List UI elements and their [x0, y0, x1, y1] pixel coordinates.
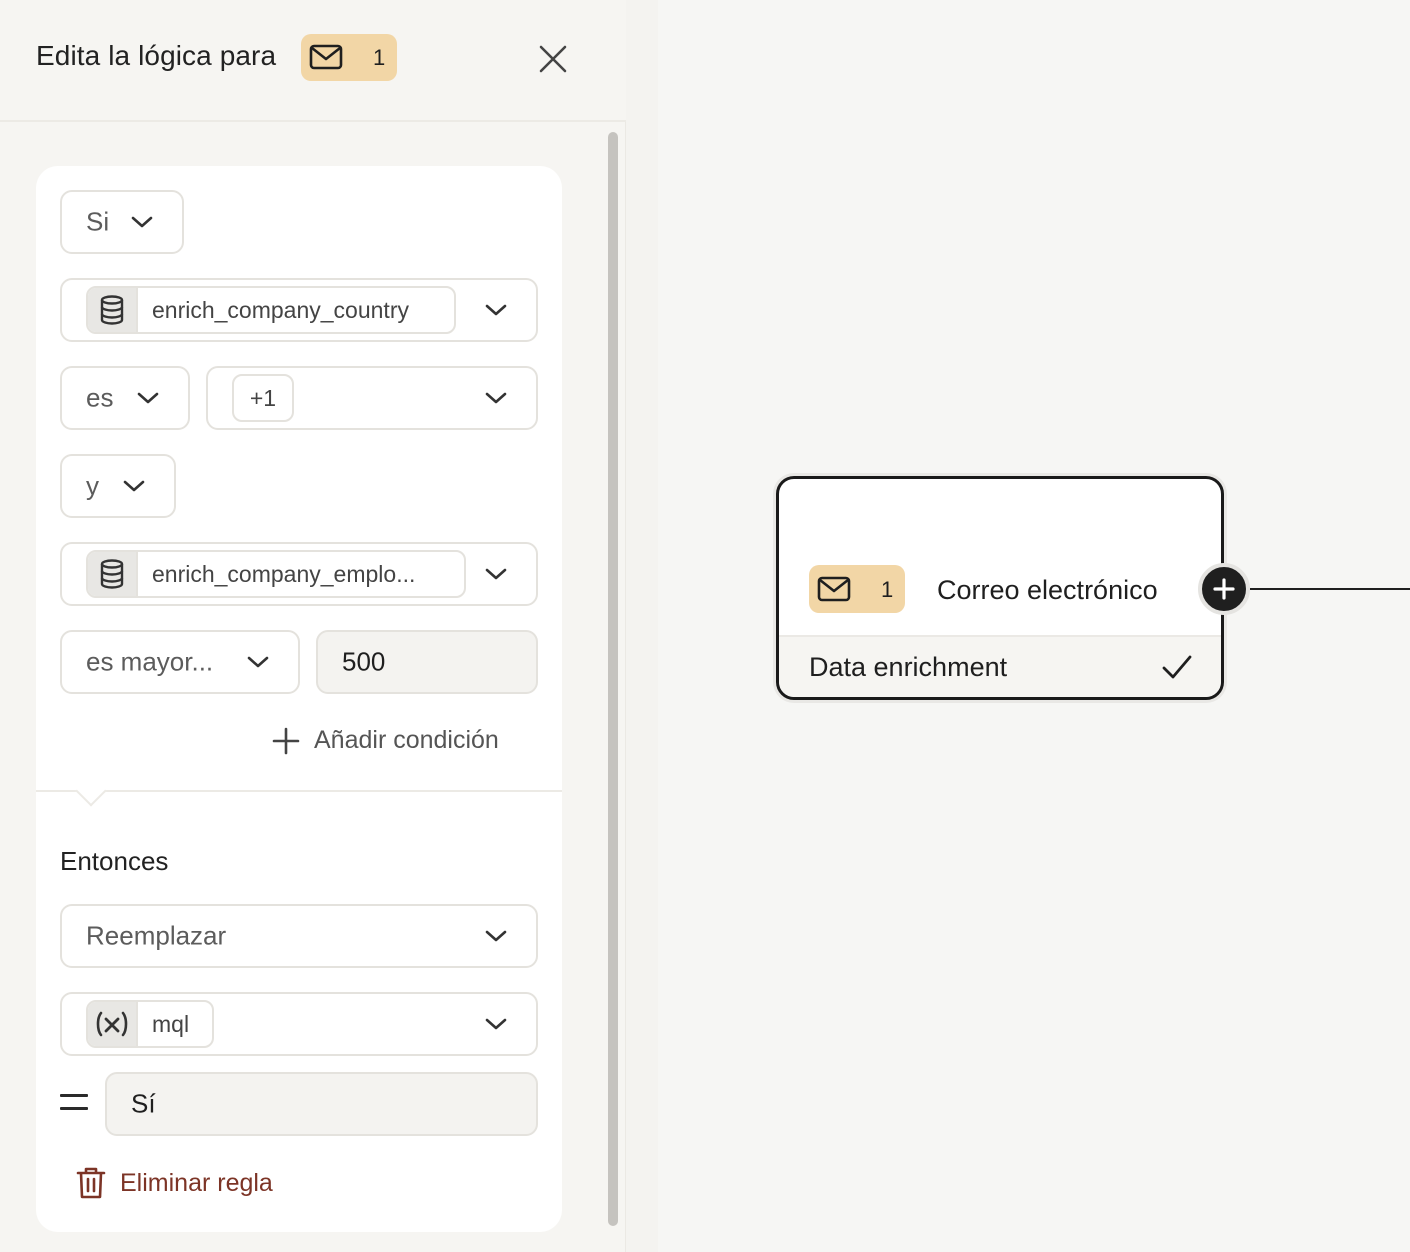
delete-rule-button[interactable]: Eliminar regla — [76, 1166, 273, 1200]
chevron-down-icon — [246, 650, 270, 674]
value-count-chip: +1 — [232, 374, 294, 422]
scrollbar[interactable] — [606, 132, 620, 1226]
close-icon — [539, 45, 567, 73]
delete-rule-label: Eliminar regla — [120, 1168, 273, 1197]
assigned-value-input[interactable]: Sí — [105, 1072, 538, 1136]
add-node-button[interactable] — [1198, 563, 1250, 615]
condition-keyword-label: Si — [86, 206, 110, 237]
node-tag-count: 1 — [881, 577, 894, 602]
database-icon — [88, 288, 138, 332]
add-condition-button[interactable]: Añadir condición — [272, 726, 499, 755]
join-operator-label: y — [86, 470, 99, 501]
condition1-value-select[interactable]: +1 — [206, 366, 538, 430]
condition2-operator-select[interactable]: es mayor... — [60, 630, 300, 694]
flow-node[interactable]: 1 Correo electrónico Data enrichment — [776, 476, 1224, 700]
variable-chip-label: mql — [152, 1010, 190, 1037]
chevron-down-icon — [484, 1012, 508, 1036]
node-channel-tag: 1 — [809, 565, 905, 613]
scrollbar-thumb[interactable] — [608, 132, 618, 1226]
panel-header: Edita la lógica para 1 — [0, 0, 626, 122]
variable-chip: enrich_company_country — [86, 286, 456, 334]
database-icon — [88, 552, 138, 596]
variable-icon — [88, 1002, 138, 1046]
operator-label: es mayor... — [86, 646, 214, 677]
join-operator-select[interactable]: y — [60, 454, 176, 518]
add-condition-label: Añadir condición — [314, 726, 499, 754]
condition2-variable-select[interactable]: enrich_company_emplo... — [60, 542, 538, 606]
close-button[interactable] — [532, 38, 574, 80]
logic-panel: Edita la lógica para 1 Si enrich_company… — [0, 0, 626, 1252]
node-footer-label: Data enrichment — [809, 652, 1008, 682]
chevron-down-icon — [484, 562, 508, 586]
plus-icon — [272, 727, 300, 754]
operator-label: es — [86, 382, 114, 413]
variable-chip-label: enrich_company_country — [152, 296, 409, 323]
action-label: Reemplazar — [86, 920, 227, 951]
then-heading: Entonces — [60, 846, 169, 876]
channel-tag: 1 — [301, 34, 397, 81]
target-variable-select[interactable]: mql — [60, 992, 538, 1056]
chevron-down-icon — [130, 210, 154, 234]
mail-icon — [817, 574, 851, 604]
plus-icon — [1213, 578, 1235, 600]
variable-chip: mql — [86, 1000, 214, 1048]
mail-icon — [309, 42, 343, 72]
variable-chip: enrich_company_emplo... — [86, 550, 466, 598]
section-divider — [36, 790, 562, 792]
assigned-value: Sí — [131, 1088, 156, 1119]
trash-icon — [76, 1167, 106, 1199]
chevron-down-icon — [484, 298, 508, 322]
chevron-down-icon — [122, 474, 146, 498]
action-select[interactable]: Reemplazar — [60, 904, 538, 968]
equals-icon — [60, 1094, 88, 1114]
channel-tag-count: 1 — [373, 45, 386, 70]
chevron-down-icon — [484, 386, 508, 410]
condition-keyword-select[interactable]: Si — [60, 190, 184, 254]
chevron-down-icon — [136, 386, 160, 410]
condition1-operator-select[interactable]: es — [60, 366, 190, 430]
condition2-value-input[interactable]: 500 — [316, 630, 538, 694]
node-footer[interactable]: Data enrichment — [779, 635, 1221, 697]
node-connector-line — [1250, 588, 1410, 590]
condition1-variable-select[interactable]: enrich_company_country — [60, 278, 538, 342]
chevron-down-icon — [484, 924, 508, 948]
node-title: Correo electrónico — [937, 575, 1158, 605]
condition2-value: 500 — [342, 646, 386, 677]
panel-title: Edita la lógica para — [36, 40, 277, 71]
check-icon — [1161, 651, 1193, 683]
variable-chip-label: enrich_company_emplo... — [152, 560, 416, 587]
